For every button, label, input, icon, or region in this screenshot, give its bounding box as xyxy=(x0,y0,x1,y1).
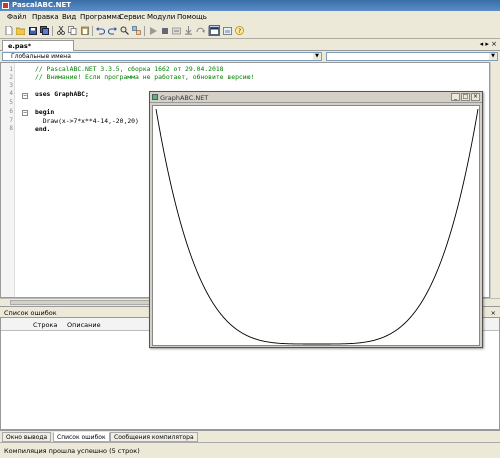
tab-file-e-pas[interactable]: e.pas* [Запущен] xyxy=(2,40,74,58)
stop-icon[interactable] xyxy=(159,25,170,36)
chevron-right-icon[interactable]: ▸ xyxy=(485,40,489,48)
code-line-begin: begin xyxy=(35,108,55,116)
menu-bar: Файл Правка Вид Программа Сервис Модули … xyxy=(0,11,500,23)
tab-label: Окно вывода xyxy=(6,434,48,441)
graph-window[interactable]: GraphABC.NET _ □ × xyxy=(149,91,483,348)
tab-label: Список ошибок xyxy=(57,434,106,441)
line-number: 8 xyxy=(9,125,13,132)
app-titlebar: PascalABC.NET xyxy=(0,0,500,11)
line-number: 6 xyxy=(9,108,13,115)
new-file-icon[interactable] xyxy=(3,25,14,36)
code-line-end: end. xyxy=(35,125,51,133)
global-names-dropdown[interactable]: Глобальные имена ▼ xyxy=(2,52,322,61)
app-title: PascalABC.NET xyxy=(12,1,72,9)
close-tab-icon[interactable]: × xyxy=(491,40,497,48)
status-text: Компиляция прошла успешно (5 строк) xyxy=(4,447,140,455)
close-button[interactable]: × xyxy=(471,93,480,101)
toolbar-separator xyxy=(92,26,93,36)
line-number: 4 xyxy=(9,90,13,97)
bottom-tabstrip: Окно вывода Список ошибок Сообщения комп… xyxy=(0,430,500,442)
menu-service[interactable]: Сервис xyxy=(119,13,145,21)
chevron-down-icon[interactable]: ▼ xyxy=(313,53,321,60)
document-tabstrip: e.pas* [Запущен] ◂ ▸ × xyxy=(0,39,500,58)
close-panel-icon[interactable]: × xyxy=(491,309,496,317)
cut-icon[interactable] xyxy=(55,25,66,36)
open-folder-icon[interactable] xyxy=(15,25,26,36)
tab-controls: ◂ ▸ × xyxy=(480,40,497,48)
toolbar-separator xyxy=(52,26,53,36)
graph-window-icon xyxy=(152,94,158,100)
search-icon[interactable] xyxy=(119,25,130,36)
output-window-icon[interactable] xyxy=(209,25,220,36)
code-line-comment: // PascalABC.NET 3.3.5, сборка 1662 от 2… xyxy=(35,65,224,73)
error-list-title: Список ошибок xyxy=(4,309,57,317)
code-line-draw: Draw(x->7*x**4-14,-20,20) xyxy=(35,117,139,125)
chevron-down-icon[interactable]: ▼ xyxy=(489,53,497,60)
menu-help[interactable]: Помощь xyxy=(177,13,207,21)
svg-text:?: ? xyxy=(238,28,241,35)
save-icon[interactable] xyxy=(27,25,38,36)
toolbar-separator xyxy=(144,26,145,36)
app-icon xyxy=(2,2,9,9)
line-number: 2 xyxy=(9,74,13,81)
chevron-left-icon[interactable]: ◂ xyxy=(480,40,484,48)
menu-view[interactable]: Вид xyxy=(62,13,76,21)
code-line-comment: // Внимание! Если программа не работает,… xyxy=(35,73,255,81)
fold-toggle-icon[interactable]: − xyxy=(22,93,28,99)
column-header-line[interactable]: Строка xyxy=(33,321,57,329)
status-bar: Компиляция прошла успешно (5 строк) xyxy=(0,442,500,458)
run-icon[interactable] xyxy=(147,25,158,36)
line-number: 5 xyxy=(9,99,13,106)
replace-icon[interactable] xyxy=(131,25,142,36)
function-curve xyxy=(155,108,479,345)
members-dropdown[interactable]: ▼ xyxy=(326,52,498,61)
menu-modules[interactable]: Модули xyxy=(147,13,175,21)
graph-window-title: GraphABC.NET xyxy=(160,94,209,102)
maximize-button[interactable]: □ xyxy=(461,93,470,101)
tab-error-list[interactable]: Список ошибок xyxy=(53,432,110,442)
scrollbar-thumb[interactable] xyxy=(10,300,150,305)
fold-toggle-icon[interactable]: − xyxy=(22,110,28,116)
toolbar: ? xyxy=(0,23,500,39)
tab-compiler-messages[interactable]: Сообщения компилятора xyxy=(110,432,198,442)
tab-output-window[interactable]: Окно вывода xyxy=(2,432,52,442)
tab-label: Сообщения компилятора xyxy=(114,434,194,441)
scope-left-value: Глобальные имена xyxy=(11,53,71,60)
help-icon[interactable]: ? xyxy=(234,25,245,36)
line-number: 7 xyxy=(9,117,13,124)
line-number: 3 xyxy=(9,82,13,89)
compile-icon[interactable] xyxy=(171,25,182,36)
scope-bar: Глобальные имена ▼ ▼ xyxy=(0,51,500,62)
menu-edit[interactable]: Правка xyxy=(32,13,59,21)
code-line-uses: uses GraphABC; xyxy=(35,90,89,98)
copy-icon[interactable] xyxy=(67,25,78,36)
menu-program[interactable]: Программа xyxy=(80,13,121,21)
column-header-description[interactable]: Описание xyxy=(67,321,101,329)
line-number-gutter: 1 2 3 4 5 6 7 8 xyxy=(1,63,15,297)
step-over-icon[interactable] xyxy=(195,25,206,36)
undo-icon[interactable] xyxy=(95,25,106,36)
redo-icon[interactable] xyxy=(107,25,118,36)
step-into-icon[interactable] xyxy=(183,25,194,36)
form-designer-icon[interactable] xyxy=(222,25,233,36)
paste-icon[interactable] xyxy=(79,25,90,36)
line-number: 1 xyxy=(9,66,13,73)
function-plot xyxy=(155,108,479,345)
graph-window-titlebar[interactable]: GraphABC.NET _ □ × xyxy=(150,92,482,103)
save-all-icon[interactable] xyxy=(39,25,50,36)
editor-vertical-scrollbar[interactable] xyxy=(490,62,500,298)
minimize-button[interactable]: _ xyxy=(451,93,460,101)
menu-file[interactable]: Файл xyxy=(7,13,26,21)
graph-canvas xyxy=(152,105,480,346)
